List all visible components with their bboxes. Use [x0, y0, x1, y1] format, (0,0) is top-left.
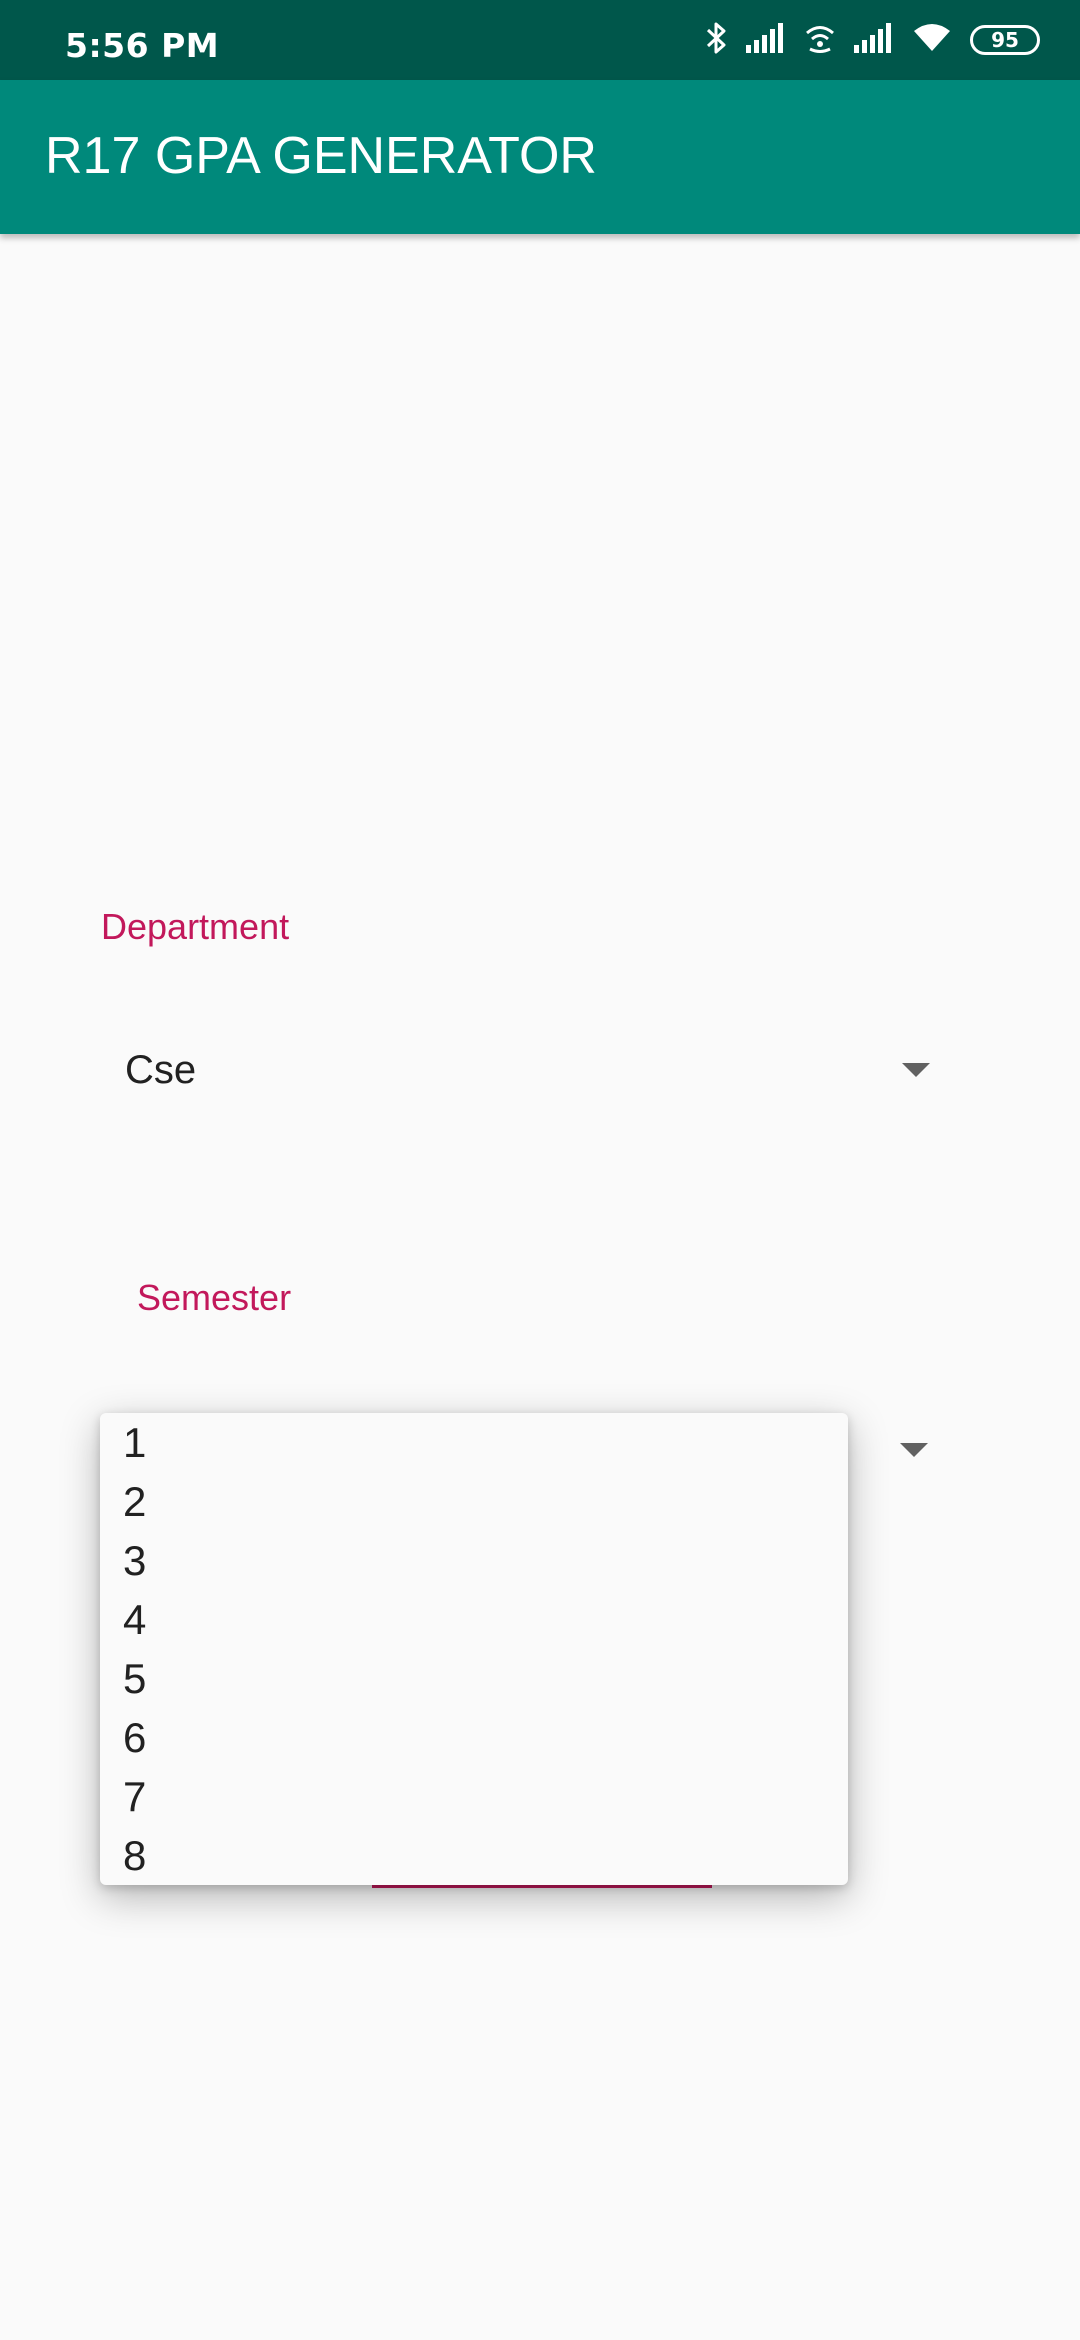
semester-option-8[interactable]: 8 [123, 1826, 146, 1885]
signal-icon [854, 23, 894, 57]
department-label: Department [101, 906, 290, 947]
semester-option-7[interactable]: 7 [123, 1767, 146, 1826]
wifi-calling-icon [804, 22, 836, 58]
semester-option-1[interactable]: 1 [123, 1413, 146, 1472]
bluetooth-icon [706, 21, 728, 59]
wifi-icon [912, 23, 952, 57]
dropdown-arrow-icon [902, 1063, 930, 1077]
status-time: 5:56 PM [65, 26, 220, 65]
dropdown-arrow-icon [900, 1443, 928, 1457]
department-spinner[interactable]: Cse [125, 1025, 935, 1115]
battery-icon: 95 [970, 25, 1040, 55]
semester-option-5[interactable]: 5 [123, 1649, 146, 1708]
semester-dropdown-menu: 1 2 3 4 5 6 7 8 [100, 1413, 848, 1885]
status-icons: 95 [706, 20, 1040, 60]
department-selected-value: Cse [125, 1047, 197, 1092]
semester-label: Semester [137, 1277, 292, 1318]
semester-option-3[interactable]: 3 [123, 1531, 146, 1590]
battery-level: 95 [991, 28, 1019, 52]
semester-option-6[interactable]: 6 [123, 1708, 146, 1767]
semester-option-2[interactable]: 2 [123, 1472, 146, 1531]
app-title: R17 GPA GENERATOR [45, 127, 597, 185]
app-bar: R17 GPA GENERATOR [0, 80, 1080, 234]
status-bar: 5:56 PM 95 [0, 0, 1080, 80]
signal-icon [746, 23, 786, 57]
semester-option-4[interactable]: 4 [123, 1590, 146, 1649]
